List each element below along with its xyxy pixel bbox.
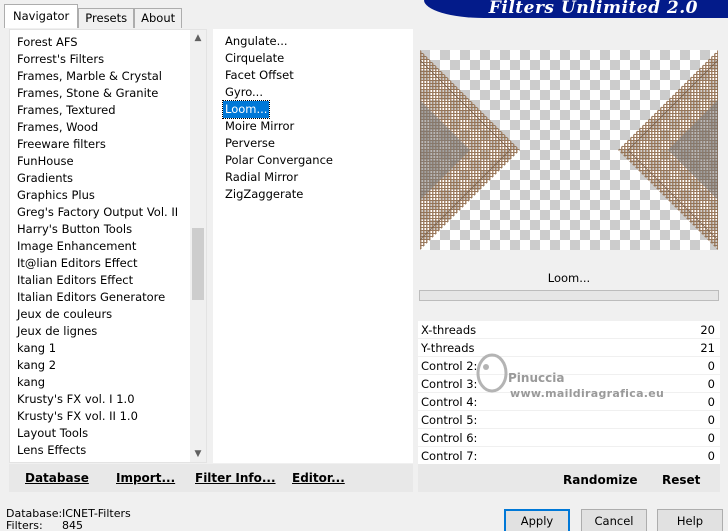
category-item[interactable]: Forrest's Filters: [17, 51, 195, 68]
category-item[interactable]: It@lian Editors Effect: [17, 255, 195, 272]
filter-item[interactable]: ZigZaggerate: [223, 186, 305, 203]
category-item[interactable]: Greg's Factory Output Vol. II: [17, 204, 195, 221]
filter-item[interactable]: Angulate...: [223, 33, 290, 50]
category-scrollbar[interactable]: ▲ ▼: [190, 30, 206, 462]
current-filter-name: Loom...: [547, 271, 591, 285]
category-item[interactable]: Italian Editors Effect: [17, 272, 195, 289]
filter-item[interactable]: Loom...: [221, 100, 271, 119]
filter-item[interactable]: Gyro...: [223, 84, 265, 101]
filter-item[interactable]: Facet Offset: [223, 67, 296, 84]
category-item[interactable]: kang 2: [17, 357, 195, 374]
control-label: Control 5:: [421, 412, 478, 427]
category-item[interactable]: Jeux de couleurs: [17, 306, 195, 323]
control-value[interactable]: 20: [700, 323, 717, 337]
filter-item[interactable]: Polar Convergance: [223, 152, 335, 169]
control-row[interactable]: Control 5: 0: [418, 411, 720, 429]
import-button[interactable]: Import...: [116, 471, 175, 485]
database-button[interactable]: Database: [25, 471, 89, 485]
category-item[interactable]: Freeware filters: [17, 136, 195, 153]
control-value[interactable]: 0: [708, 449, 717, 463]
filter-item[interactable]: Radial Mirror: [223, 169, 300, 186]
category-list-panel: Forest AFS Forrest's Filters Frames, Marbl…: [9, 29, 207, 463]
right-toolbar: Randomize Reset: [418, 464, 720, 492]
status-filters-label: Filters:: [6, 519, 43, 531]
control-value[interactable]: 0: [708, 431, 717, 445]
scroll-up-icon[interactable]: ▲: [190, 30, 206, 46]
category-item[interactable]: Frames, Textured: [17, 102, 195, 119]
filter-item[interactable]: Moire Mirror: [223, 118, 296, 135]
control-row[interactable]: X-threads 20: [418, 321, 720, 339]
filter-list: Angulate... Cirquelate Facet Offset Gyro...…: [221, 33, 335, 203]
status-filters-value: 845: [62, 519, 83, 531]
control-row[interactable]: Control 3: 0: [418, 375, 720, 393]
category-item[interactable]: Frames, Stone & Granite: [17, 85, 195, 102]
category-item[interactable]: Lens Effects: [17, 459, 195, 462]
app-banner: Filters Unlimited 2.0: [424, 0, 728, 18]
cancel-button[interactable]: Cancel: [581, 509, 647, 531]
control-label: Control 6:: [421, 430, 478, 445]
control-label: Control 2:: [421, 358, 478, 373]
control-value[interactable]: 0: [708, 395, 717, 409]
preview-area: [418, 34, 720, 266]
control-row[interactable]: Control 6: 0: [418, 429, 720, 447]
help-button[interactable]: Help: [657, 509, 723, 531]
category-item[interactable]: Image Enhancement: [17, 238, 195, 255]
category-item[interactable]: Krusty's FX vol. II 1.0: [17, 408, 195, 425]
category-item[interactable]: Italian Editors Generatore: [17, 289, 195, 306]
category-item[interactable]: Layout Tools: [17, 425, 195, 442]
category-item[interactable]: FunHouse: [17, 153, 195, 170]
category-item[interactable]: Gradients: [17, 170, 195, 187]
control-value[interactable]: 0: [708, 359, 717, 373]
control-row[interactable]: Control 7: 0: [418, 447, 720, 465]
control-label: Control 3:: [421, 376, 478, 391]
preview-image: [420, 50, 718, 250]
control-row[interactable]: Control 2: 0: [418, 357, 720, 375]
category-item[interactable]: Krusty's FX vol. I 1.0: [17, 391, 195, 408]
category-item[interactable]: Frames, Wood: [17, 119, 195, 136]
scroll-down-icon[interactable]: ▼: [190, 446, 206, 462]
tab-navigator[interactable]: Navigator: [4, 4, 79, 28]
control-label: Control 4:: [421, 394, 478, 409]
control-row[interactable]: Y-threads 21: [418, 339, 720, 357]
control-value[interactable]: 0: [708, 377, 717, 391]
control-value[interactable]: 21: [700, 341, 717, 355]
left-toolbar: Database Import... Filter Info... Editor…: [9, 464, 413, 492]
category-item[interactable]: Jeux de lignes: [17, 323, 195, 340]
filter-item[interactable]: Cirquelate: [223, 50, 286, 67]
tab-strip: Navigator Presets About: [4, 4, 183, 28]
randomize-button[interactable]: Randomize: [563, 473, 637, 487]
reset-button[interactable]: Reset: [662, 473, 700, 487]
filter-list-panel: Angulate... Cirquelate Facet Offset Gyro...…: [213, 29, 413, 463]
category-item[interactable]: Lens Effects: [17, 442, 195, 459]
apply-button[interactable]: Apply: [504, 509, 570, 531]
category-item[interactable]: kang 1: [17, 340, 195, 357]
app-title: Filters Unlimited 2.0: [488, 0, 698, 18]
control-value[interactable]: 0: [708, 413, 717, 427]
control-label: Y-threads: [421, 340, 475, 355]
status-area: Database: ICNET-Filters Filters: 845: [6, 508, 131, 531]
editor-button[interactable]: Editor...: [292, 471, 345, 485]
tab-about[interactable]: About: [134, 8, 183, 28]
filter-item[interactable]: Perverse: [223, 135, 277, 152]
control-label: X-threads: [421, 322, 477, 337]
filter-info-button[interactable]: Filter Info...: [195, 471, 276, 485]
filter-controls: X-threads 20 Y-threads 21 Control 2: 0 Control…: [418, 321, 720, 465]
scroll-thumb[interactable]: [192, 228, 204, 300]
tab-presets[interactable]: Presets: [78, 8, 135, 28]
category-item[interactable]: Frames, Marble & Crystal: [17, 68, 195, 85]
control-row[interactable]: Control 4: 0: [418, 393, 720, 411]
category-item[interactable]: kang: [17, 374, 195, 391]
category-list: Forest AFS Forrest's Filters Frames, Marbl…: [17, 34, 195, 462]
category-item[interactable]: Harry's Button Tools: [17, 221, 195, 238]
progress-bar: [419, 290, 719, 301]
category-item[interactable]: Graphics Plus: [17, 187, 195, 204]
category-item[interactable]: Forest AFS: [17, 34, 195, 51]
control-label: Control 7:: [421, 448, 478, 463]
